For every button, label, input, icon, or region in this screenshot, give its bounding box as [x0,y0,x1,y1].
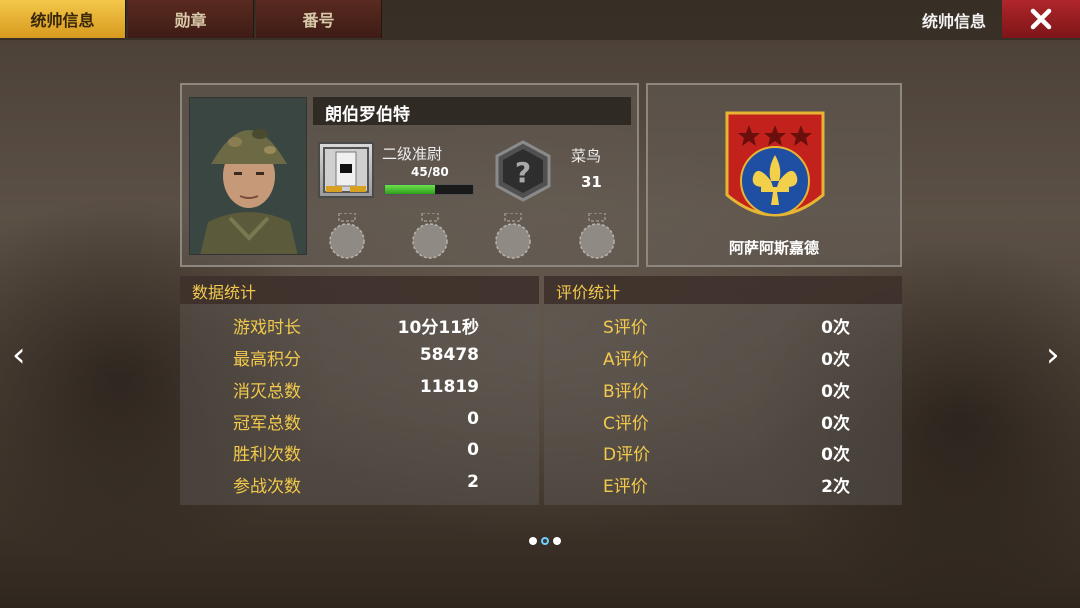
rating-row: S评价 0次 [544,313,902,343]
data-stats-panel: 数据统计 游戏时长 10分11秒 最高积分 58478 消灭总数 11819 冠… [180,276,539,505]
medal-slot-icon [329,212,365,259]
data-stats-heading: 数据统计 [180,276,539,304]
stat-value: 0 [467,409,479,429]
rating-row: A评价 0次 [544,345,902,375]
level-title: 菜鸟 [571,147,602,165]
xp-bar-fill [385,185,435,194]
rating-label: B评价 [603,382,649,402]
stat-value: 2 [467,472,479,492]
xp-bar [384,184,474,195]
tab-commander-info[interactable]: 统帅信息 [0,0,126,38]
stat-label: 游戏时长 [233,318,301,338]
page-title: 统帅信息 [921,12,986,31]
medal-slot-icon [412,212,448,259]
rating-row: B评价 0次 [544,377,902,407]
stat-row: 最高积分 58478 [180,345,539,375]
commander-portrait [189,97,307,255]
rating-stats-panel: 评价统计 S评价 0次 A评价 0次 B评价 0次 C评价 0次 D评价 0次 … [544,276,902,505]
rating-label: C评价 [603,414,649,434]
rating-stats-heading: 评价统计 [544,276,902,304]
stat-label: 冠军总数 [233,414,301,434]
next-page-button[interactable]: › [1046,336,1060,374]
tab-medals[interactable]: 勋章 [128,0,254,38]
question-hexagon-icon: ? [495,140,551,202]
rating-row: D评价 0次 [544,440,902,470]
medal-slot-icon [579,212,615,259]
rating-value: 0次 [821,350,850,370]
stat-row: 胜利次数 0 [180,440,539,470]
rating-value: 0次 [821,414,850,434]
rank-name: 二级准尉 [382,145,443,163]
page-dot-2[interactable] [541,537,549,545]
medal-slot-2[interactable] [411,212,449,261]
medal-slot-icon [495,212,531,259]
rating-row: E评价 2次 [544,472,902,502]
svg-text:?: ? [515,156,531,189]
stat-label: 参战次数 [233,477,301,497]
rating-label: E评价 [603,477,648,497]
rating-value: 2次 [821,477,850,497]
medal-slot-1[interactable] [328,212,366,261]
page-dot-3[interactable] [553,537,561,545]
stat-row: 消灭总数 11819 [180,377,539,407]
rating-value: 0次 [821,445,850,465]
rank-insignia [318,142,374,198]
stat-row: 游戏时长 10分11秒 [180,313,539,343]
rating-row: C评价 0次 [544,409,902,439]
level-number: 31 [581,173,602,191]
rating-value: 0次 [821,318,850,338]
rating-label: A评价 [603,350,649,370]
previous-page-button[interactable]: ‹ [12,336,26,374]
commander-name: 朗伯罗伯特 [313,97,631,125]
rating-label: D评价 [603,445,651,465]
stat-value: 11819 [419,377,479,397]
tab-unit-designation[interactable]: 番号 [256,0,382,38]
stat-value: 58478 [419,345,479,365]
faction-name: 阿萨阿斯嘉德 [728,239,819,257]
medal-slot-4[interactable] [578,212,616,261]
stat-label: 消灭总数 [233,382,301,402]
top-bar: 统帅信息 勋章 番号 统帅信息 [0,0,1080,40]
level-badge: ? [494,140,552,202]
fleur-de-lis-shield-icon [725,111,825,217]
stat-row: 参战次数 2 [180,472,539,502]
close-icon [1030,8,1052,30]
stat-value: 0 [467,440,479,460]
medal-slot-3[interactable] [494,212,532,261]
rating-label: S评价 [603,318,648,338]
page-dot-1[interactable] [529,537,537,545]
pagination-dots [529,537,561,545]
stat-label: 最高积分 [233,350,301,370]
xp-text: 45/80 [411,165,449,179]
stat-value: 10分11秒 [397,318,479,338]
stat-row: 冠军总数 0 [180,409,539,439]
rating-value: 0次 [821,382,850,402]
rank-insignia-icon [323,147,369,193]
stat-label: 胜利次数 [233,445,301,465]
faction-card: 阿萨阿斯嘉德 [646,83,902,267]
profile-card: 朗伯罗伯特 二级准尉 45/80 ? 菜鸟 31 [180,83,639,267]
soldier-portrait-icon [190,98,306,254]
close-button[interactable] [1002,0,1080,38]
